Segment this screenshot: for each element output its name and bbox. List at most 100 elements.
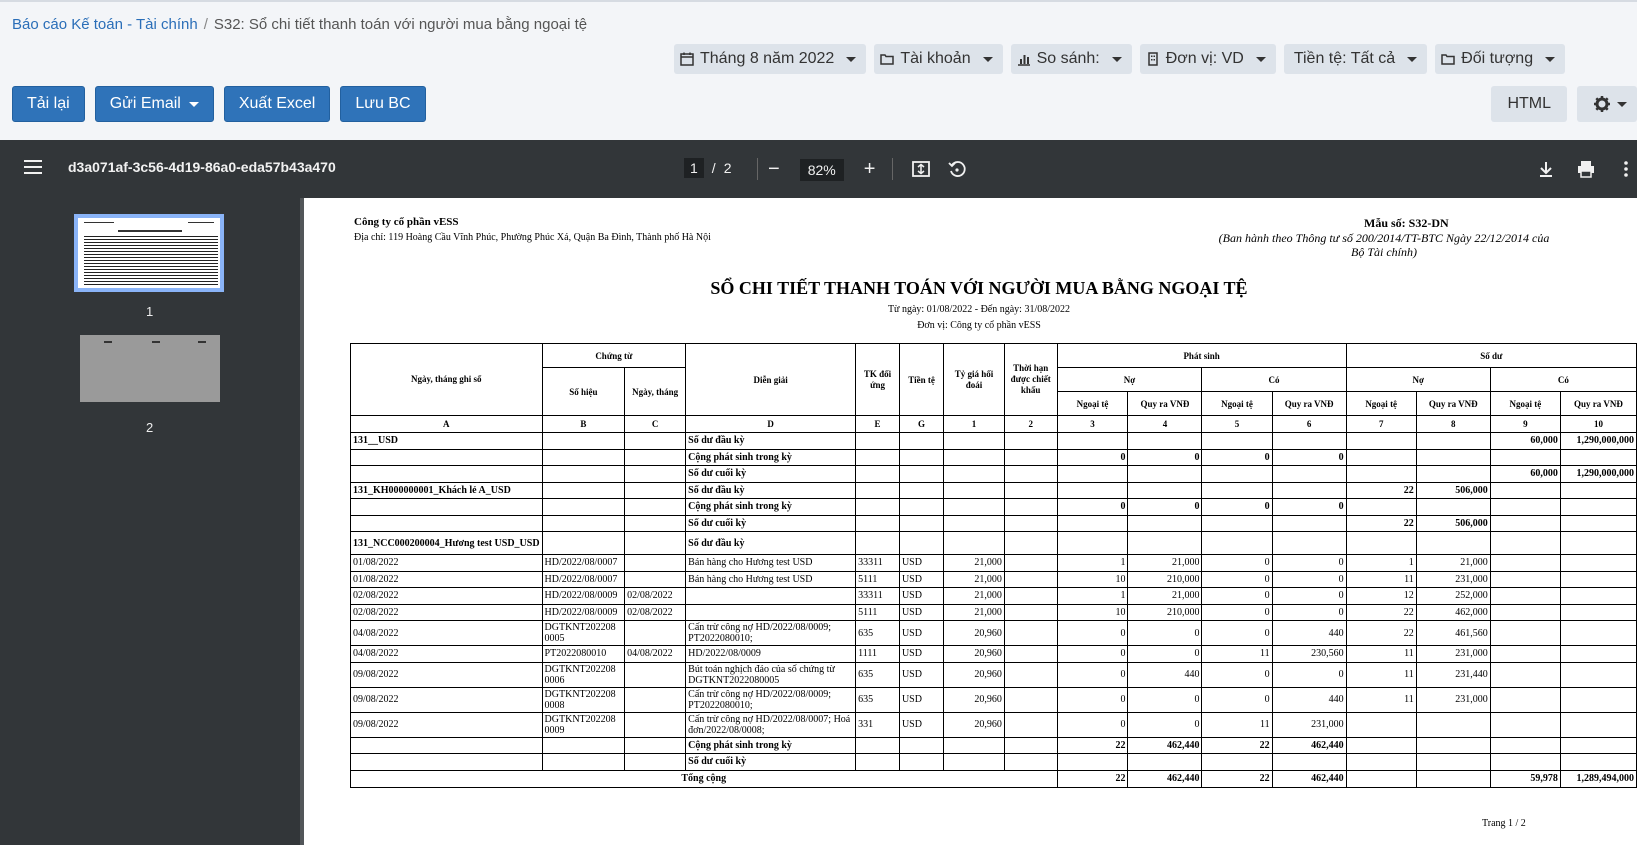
table-cell: 231,000 (1415, 645, 1491, 663)
more-options-icon[interactable] (1616, 159, 1636, 179)
send-email-button[interactable]: Gửi Email (94, 86, 214, 122)
table-cell: 22 (1345, 481, 1417, 499)
page-indicator: 1 / 2 (684, 158, 731, 178)
table-cell: 0 (1127, 498, 1203, 516)
table-cell (1056, 465, 1129, 483)
table-cell: 1,290,000,000 (1559, 465, 1637, 483)
table-cell: 0 (1271, 587, 1347, 605)
table-cell: 0 (1127, 645, 1203, 663)
column-code: C (624, 415, 687, 433)
html-view-button[interactable]: HTML (1491, 86, 1567, 122)
folder-icon (1441, 54, 1455, 65)
table-cell: Số dư đầu kỳ (685, 481, 857, 499)
table-row: Cộng phát sinh trong kỳ 0 0 0 0 (350, 448, 1637, 466)
table-cell (1415, 432, 1491, 450)
table-cell: 60,000 (1489, 465, 1561, 483)
chevron-down-icon (188, 101, 199, 107)
zoom-out-icon[interactable]: − (768, 158, 780, 181)
column-code: 1 (943, 415, 1005, 433)
table-cell (1003, 448, 1058, 466)
table-cell (1489, 620, 1561, 646)
table-cell: 506,000 (1415, 481, 1491, 499)
table-cell (624, 498, 687, 516)
table-cell: 0 (1201, 661, 1273, 688)
download-icon[interactable] (1536, 159, 1556, 179)
period-filter[interactable]: Tháng 8 năm 2022 (674, 44, 867, 74)
bar-chart-icon (1017, 55, 1030, 66)
table-cell: 0 (1271, 603, 1347, 621)
table-cell (1003, 620, 1058, 646)
table-cell: 462,440 (1271, 736, 1347, 754)
currency-filter[interactable]: Tiền tệ: Tất cả (1283, 44, 1428, 74)
table-cell (898, 753, 945, 771)
rotate-icon[interactable] (947, 159, 967, 179)
table-cell (624, 753, 687, 771)
fit-page-icon[interactable] (911, 159, 931, 179)
table-cell: 04/08/2022 (624, 645, 687, 663)
table-cell (1415, 736, 1491, 754)
table-cell (1201, 465, 1273, 483)
header-vnd: Quy ra VNĐ (1127, 391, 1203, 416)
table-cell (943, 753, 1005, 771)
table-cell (1003, 753, 1058, 771)
table-cell (1003, 711, 1058, 738)
menu-icon[interactable] (24, 160, 42, 174)
table-cell: 0 (1201, 498, 1273, 516)
chevron-down-icon (1407, 56, 1418, 62)
table-cell (1489, 587, 1561, 605)
object-filter-label: Đối tượng (1461, 50, 1534, 67)
table-cell (1559, 645, 1637, 663)
table-row: 09/08/2022 DGTKNT202208 0006 Bút toán nghị… (350, 661, 1637, 688)
table-cell (624, 711, 687, 738)
table-cell (898, 514, 945, 532)
table-cell: 231,440 (1415, 661, 1491, 688)
breadcrumb-parent-link[interactable]: Báo cáo Kế toán - Tài chính (12, 16, 198, 33)
table-cell (1559, 570, 1637, 588)
table-cell (1271, 432, 1347, 450)
table-cell: 21,000 (943, 587, 1005, 605)
table-row: 131_KH000000001_Khách lẻ A_USD Số dư đầu … (350, 481, 1637, 499)
compare-filter[interactable]: So sánh: (1010, 44, 1132, 74)
table-cell: 33311 (855, 554, 900, 572)
page-thumbnail-2[interactable] (80, 335, 220, 402)
table-cell (1489, 531, 1561, 555)
unit-filter[interactable]: Đơn vị: VD (1139, 44, 1276, 74)
account-filter[interactable]: Tài khoản (874, 44, 1003, 74)
table-cell: 11 (1201, 645, 1273, 663)
table-cell (943, 514, 1005, 532)
table-cell: HD/2022/08/0007 (541, 570, 626, 588)
zoom-controls: − 82% + (768, 158, 875, 181)
table-cell: 21,000 (1127, 554, 1203, 572)
header-voucher: Chứng từ (541, 343, 687, 368)
report-table: Ngày, tháng ghi sổ Chứng từ Diễn giải TK… (350, 343, 1637, 788)
table-cell: 10 (1056, 570, 1129, 588)
save-report-button[interactable]: Lưu BC (340, 86, 426, 122)
settings-button[interactable] (1577, 86, 1637, 122)
table-cell (624, 686, 687, 713)
table-cell: Bán hàng cho Hương test USD (685, 554, 857, 572)
table-cell (1415, 448, 1491, 466)
table-cell (541, 465, 626, 483)
period-filter-label: Tháng 8 năm 2022 (700, 50, 835, 67)
table-cell (898, 465, 945, 483)
object-filter[interactable]: Đối tượng (1435, 44, 1566, 74)
table-cell (1003, 481, 1058, 499)
table-cell (1056, 481, 1129, 499)
table-cell (1559, 603, 1637, 621)
table-cell: Bút toán nghịch đảo của số chứng từ DGTK… (685, 661, 857, 688)
print-icon[interactable] (1576, 159, 1596, 179)
page-thumbnail-1[interactable] (74, 214, 224, 292)
export-excel-button[interactable]: Xuất Excel (223, 86, 331, 122)
page-number-input[interactable]: 1 (684, 158, 704, 178)
column-code: A (350, 415, 543, 433)
table-cell (1003, 465, 1058, 483)
unit-filter-label: Đơn vị: VD (1165, 50, 1244, 67)
zoom-in-icon[interactable]: + (864, 158, 876, 181)
table-cell (350, 736, 543, 754)
table-cell: 01/08/2022 (350, 570, 543, 588)
column-code: 2 (1003, 415, 1058, 433)
reload-button[interactable]: Tải lại (12, 86, 85, 122)
table-cell: 22 (1345, 514, 1417, 532)
total-cell: 462,440 (1127, 769, 1203, 788)
zoom-level[interactable]: 82% (799, 158, 844, 181)
